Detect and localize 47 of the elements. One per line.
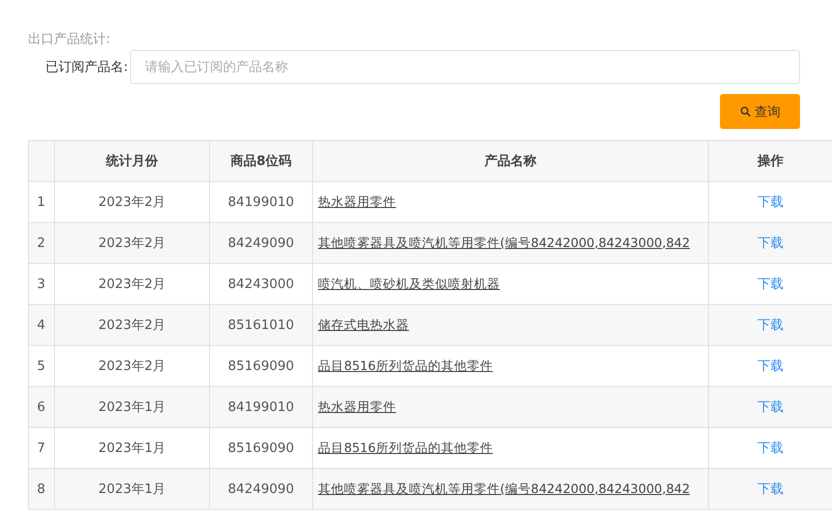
column-header: 商品8位码 (230, 154, 292, 169)
month-cell: 2023年2月 (98, 318, 166, 333)
code-cell: 84199010 (228, 400, 294, 414)
row-number: 6 (37, 400, 46, 414)
download-link[interactable]: 下载 (758, 277, 784, 292)
download-link[interactable]: 下载 (758, 359, 784, 374)
column-header: 产品名称 (484, 154, 536, 169)
code-cell: 84249090 (228, 482, 294, 496)
row-number: 4 (37, 318, 46, 332)
row-number: 5 (37, 358, 46, 374)
download-link[interactable]: 下载 (758, 236, 784, 251)
month-cell: 2023年2月 (98, 277, 166, 292)
code-cell: 85169090 (228, 358, 294, 374)
product-link[interactable]: 喷汽机、喷砂机及类似喷射机器 (318, 276, 500, 290)
search-button[interactable]: 查询 (720, 94, 800, 129)
code-cell: 84249090 (228, 236, 294, 250)
code-cell: 85161010 (228, 318, 294, 332)
code-cell: 84243000 (228, 276, 294, 292)
row-number: 8 (37, 482, 46, 496)
product-link[interactable]: 品目8516所列货品的其他零件 (318, 440, 493, 454)
row-number: 3 (37, 276, 46, 292)
download-link[interactable]: 下载 (758, 318, 784, 333)
month-cell: 2023年2月 (98, 195, 166, 210)
month-cell: 2023年2月 (98, 236, 166, 251)
download-link[interactable]: 下载 (758, 400, 784, 415)
row-number: 2 (37, 236, 46, 250)
row-number: 7 (37, 440, 46, 456)
code-cell: 85169090 (228, 440, 294, 456)
product-name-field[interactable]: 请输入已订阅的产品名称 (130, 50, 800, 84)
download-link[interactable]: 下载 (758, 482, 784, 497)
section-title: 出口产品统计: (28, 31, 112, 49)
product-link[interactable]: 品目8516所列货品的其他零件 (318, 358, 493, 372)
column-header: 操作 (758, 154, 784, 169)
product-link[interactable]: 热水器用零件 (318, 398, 396, 414)
download-link[interactable]: 下载 (758, 195, 784, 210)
month-cell: 2023年1月 (98, 441, 166, 456)
column-header: 统计月份 (106, 154, 158, 169)
month-cell: 2023年2月 (98, 359, 166, 374)
month-cell: 2023年1月 (98, 482, 166, 497)
field-label: 已订阅产品名: (44, 59, 129, 76)
search-icon (740, 106, 750, 117)
month-cell: 2023年1月 (98, 400, 166, 415)
download-link[interactable]: 下载 (758, 441, 784, 456)
code-cell: 84199010 (228, 194, 294, 210)
product-link[interactable]: 热水器用零件 (318, 194, 396, 208)
row-number: 1 (37, 194, 46, 210)
product-link[interactable]: 储存式电热水器 (318, 316, 409, 332)
